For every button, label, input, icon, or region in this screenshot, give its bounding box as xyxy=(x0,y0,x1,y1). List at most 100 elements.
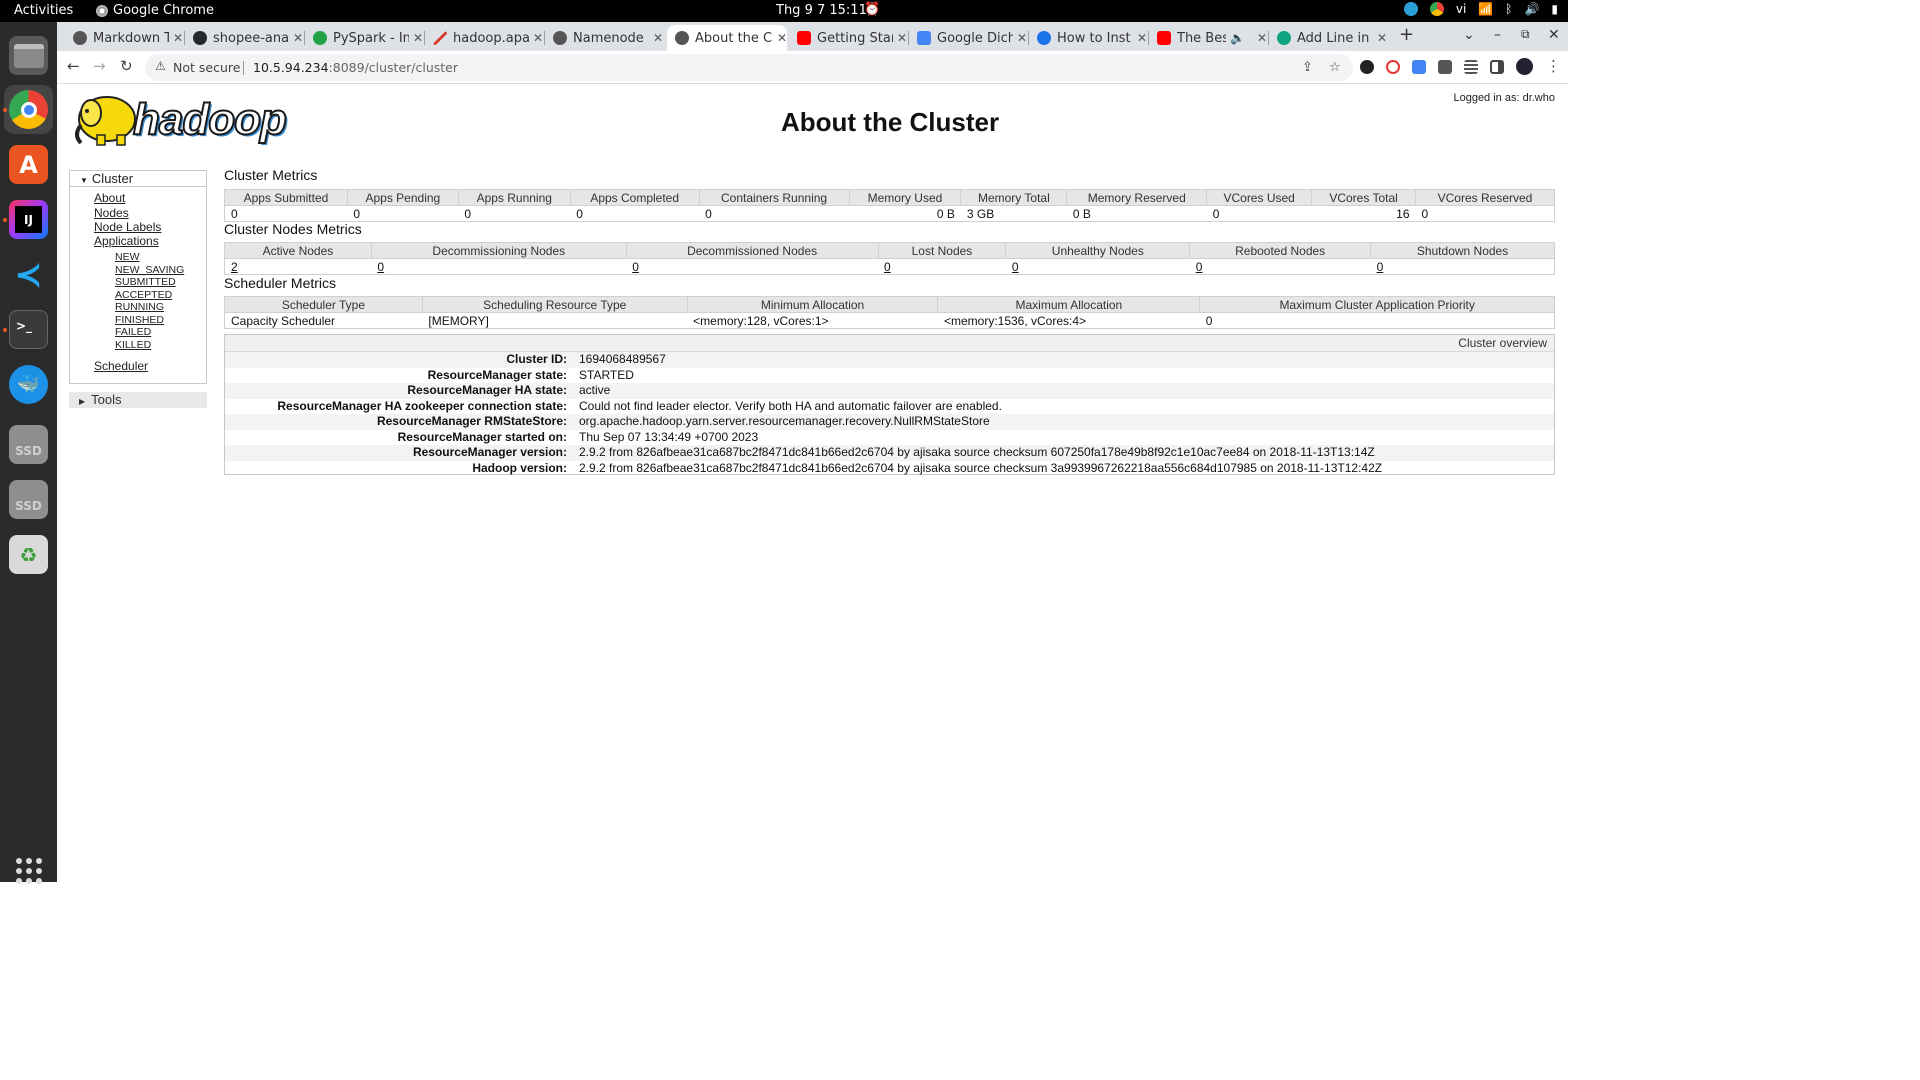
avatar[interactable] xyxy=(1516,58,1533,75)
nav-link-nodes[interactable]: Nodes xyxy=(94,206,129,220)
column-header[interactable]: Unhealthy Nodes xyxy=(1005,242,1191,259)
chrome-dock-icon[interactable] xyxy=(9,90,48,129)
column-header[interactable]: Containers Running xyxy=(698,189,850,206)
app-center-icon[interactable]: A xyxy=(9,145,48,184)
table-cell-link[interactable]: 0 xyxy=(371,258,627,275)
table-cell-link[interactable]: 0 xyxy=(1370,258,1555,275)
nav-link-about[interactable]: About xyxy=(94,191,125,205)
clock[interactable]: Thg 9 7 15:11 xyxy=(776,3,867,18)
nav-link-app-state[interactable]: FAILED xyxy=(115,326,151,338)
tab[interactable]: shopee-ana ✕ xyxy=(185,25,303,51)
table-cell-link[interactable]: 0 xyxy=(1189,258,1371,275)
tab[interactable]: The Best 🔈 ✕ xyxy=(1149,25,1267,51)
ssd-drive-icon[interactable]: SSD xyxy=(9,425,48,464)
table-cell-link[interactable]: 0 xyxy=(878,258,1006,275)
app-menu[interactable]: Google Chrome xyxy=(96,3,214,18)
nav-link-app-state[interactable]: ACCEPTED xyxy=(115,289,172,301)
new-tab-button[interactable]: + xyxy=(1399,24,1414,45)
chrome-tray-icon[interactable] xyxy=(1429,2,1444,16)
nav-link-app-state[interactable]: NEW xyxy=(115,251,140,263)
close-icon[interactable]: ✕ xyxy=(897,31,907,45)
url-text[interactable]: 10.5.94.234:8089/cluster/cluster xyxy=(253,60,458,75)
column-header[interactable]: Apps Completed xyxy=(569,189,700,206)
vscode-icon[interactable]: ≺ xyxy=(9,255,48,295)
column-header[interactable]: Decommissioned Nodes xyxy=(625,242,879,259)
nav-link-app-state[interactable]: FINISHED xyxy=(115,314,164,326)
speaker-icon[interactable]: 🔈 xyxy=(1230,31,1245,45)
column-header[interactable]: Scheduling Resource Type xyxy=(421,296,688,313)
restore-icon[interactable]: ⧉ xyxy=(1521,27,1530,42)
close-icon[interactable]: ✕ xyxy=(1017,31,1027,45)
puzzle-icon[interactable] xyxy=(1438,60,1452,74)
column-header[interactable]: Memory Total xyxy=(960,189,1068,206)
activities-button[interactable]: Activities xyxy=(14,3,73,18)
translate-extension-icon[interactable] xyxy=(1412,60,1426,74)
column-header[interactable]: Minimum Allocation xyxy=(686,296,939,313)
show-apps-icon[interactable] xyxy=(16,858,42,884)
tab[interactable]: How to Inst ✕ xyxy=(1029,25,1147,51)
column-header[interactable]: Maximum Cluster Application Priority xyxy=(1199,296,1555,313)
column-header[interactable]: Scheduler Type xyxy=(224,296,423,313)
column-header[interactable]: Active Nodes xyxy=(224,242,372,259)
column-header[interactable]: VCores Reserved xyxy=(1415,189,1555,206)
tab[interactable]: Namenode ✕ xyxy=(545,25,663,51)
close-icon[interactable]: ✕ xyxy=(653,31,663,45)
reading-list-icon[interactable] xyxy=(1464,60,1478,74)
tab[interactable]: Google Dich ✕ xyxy=(909,25,1027,51)
column-header[interactable]: Decommissioning Nodes xyxy=(370,242,627,259)
extension-icon[interactable] xyxy=(1360,60,1374,74)
close-icon[interactable]: ✕ xyxy=(533,31,543,45)
column-header[interactable]: Apps Submitted xyxy=(224,189,348,206)
ssd-drive-icon[interactable]: SSD xyxy=(9,480,48,519)
docker-icon[interactable]: 🐳 xyxy=(9,365,48,404)
nav-link-node-labels[interactable]: Node Labels xyxy=(94,220,161,234)
table-cell-link[interactable]: 0 xyxy=(626,258,878,275)
column-header[interactable]: VCores Total xyxy=(1311,189,1417,206)
nav-link-app-state[interactable]: SUBMITTED xyxy=(115,276,176,288)
nav-link-app-state[interactable]: KILLED xyxy=(115,339,151,351)
tools-nav-header[interactable]: ▶ Tools xyxy=(69,392,207,408)
record-extension-icon[interactable] xyxy=(1386,60,1400,74)
table-cell-link[interactable]: 2 xyxy=(224,258,372,275)
menu-kebab-icon[interactable]: ⋮ xyxy=(1546,57,1561,75)
column-header[interactable]: VCores Used xyxy=(1206,189,1313,206)
telegram-icon[interactable] xyxy=(1403,2,1418,16)
column-header[interactable]: Memory Used xyxy=(848,189,962,206)
column-header[interactable]: Apps Running xyxy=(457,189,571,206)
close-window-icon[interactable]: ✕ xyxy=(1548,27,1560,43)
share-icon[interactable]: ⇪ xyxy=(1302,60,1313,75)
input-language[interactable]: vi xyxy=(1456,2,1466,16)
tab[interactable]: Add Line in ✕ xyxy=(1269,25,1387,51)
tab[interactable]: Getting Star ✕ xyxy=(789,25,907,51)
side-panel-icon[interactable] xyxy=(1490,60,1504,74)
terminal-icon[interactable]: >_ xyxy=(9,310,48,349)
column-header[interactable]: Shutdown Nodes xyxy=(1370,242,1555,259)
minimize-icon[interactable]: – xyxy=(1494,27,1501,43)
intellij-icon[interactable]: IJ xyxy=(9,200,48,239)
nav-link-scheduler[interactable]: Scheduler xyxy=(94,359,148,373)
nav-link-app-state[interactable]: NEW_SAVING xyxy=(115,264,184,276)
security-label[interactable]: Not secure xyxy=(173,60,240,75)
hadoop-logo[interactable]: hadoop xyxy=(71,91,316,151)
nav-link-applications[interactable]: Applications xyxy=(94,234,159,248)
column-header[interactable]: Apps Pending xyxy=(346,189,459,206)
close-icon[interactable]: ✕ xyxy=(413,31,423,45)
close-icon[interactable]: ✕ xyxy=(1137,31,1147,45)
close-icon[interactable]: ✕ xyxy=(1377,31,1387,45)
system-tray[interactable]: vi 📶 ᛒ 🔊 ▮ xyxy=(1403,2,1558,16)
close-icon[interactable]: ✕ xyxy=(777,31,787,45)
forward-icon[interactable]: → xyxy=(93,57,106,75)
tab[interactable]: Markdown T ✕ xyxy=(65,25,183,51)
nav-link-app-state[interactable]: RUNNING xyxy=(115,301,164,313)
cluster-nav-header[interactable]: ▼ Cluster xyxy=(70,171,206,187)
column-header[interactable]: Maximum Allocation xyxy=(937,296,1201,313)
trash-icon[interactable]: ♻ xyxy=(9,535,48,574)
table-cell-link[interactable]: 0 xyxy=(1005,258,1190,275)
close-icon[interactable]: ✕ xyxy=(173,31,183,45)
tab-search-icon[interactable]: ⌄ xyxy=(1463,27,1475,43)
column-header[interactable]: Rebooted Nodes xyxy=(1189,242,1372,259)
close-icon[interactable]: ✕ xyxy=(1257,31,1267,45)
warning-icon[interactable]: ⚠ xyxy=(155,59,166,73)
column-header[interactable]: Memory Reserved xyxy=(1066,189,1208,206)
tab-active[interactable]: About the C ✕ xyxy=(667,25,787,51)
